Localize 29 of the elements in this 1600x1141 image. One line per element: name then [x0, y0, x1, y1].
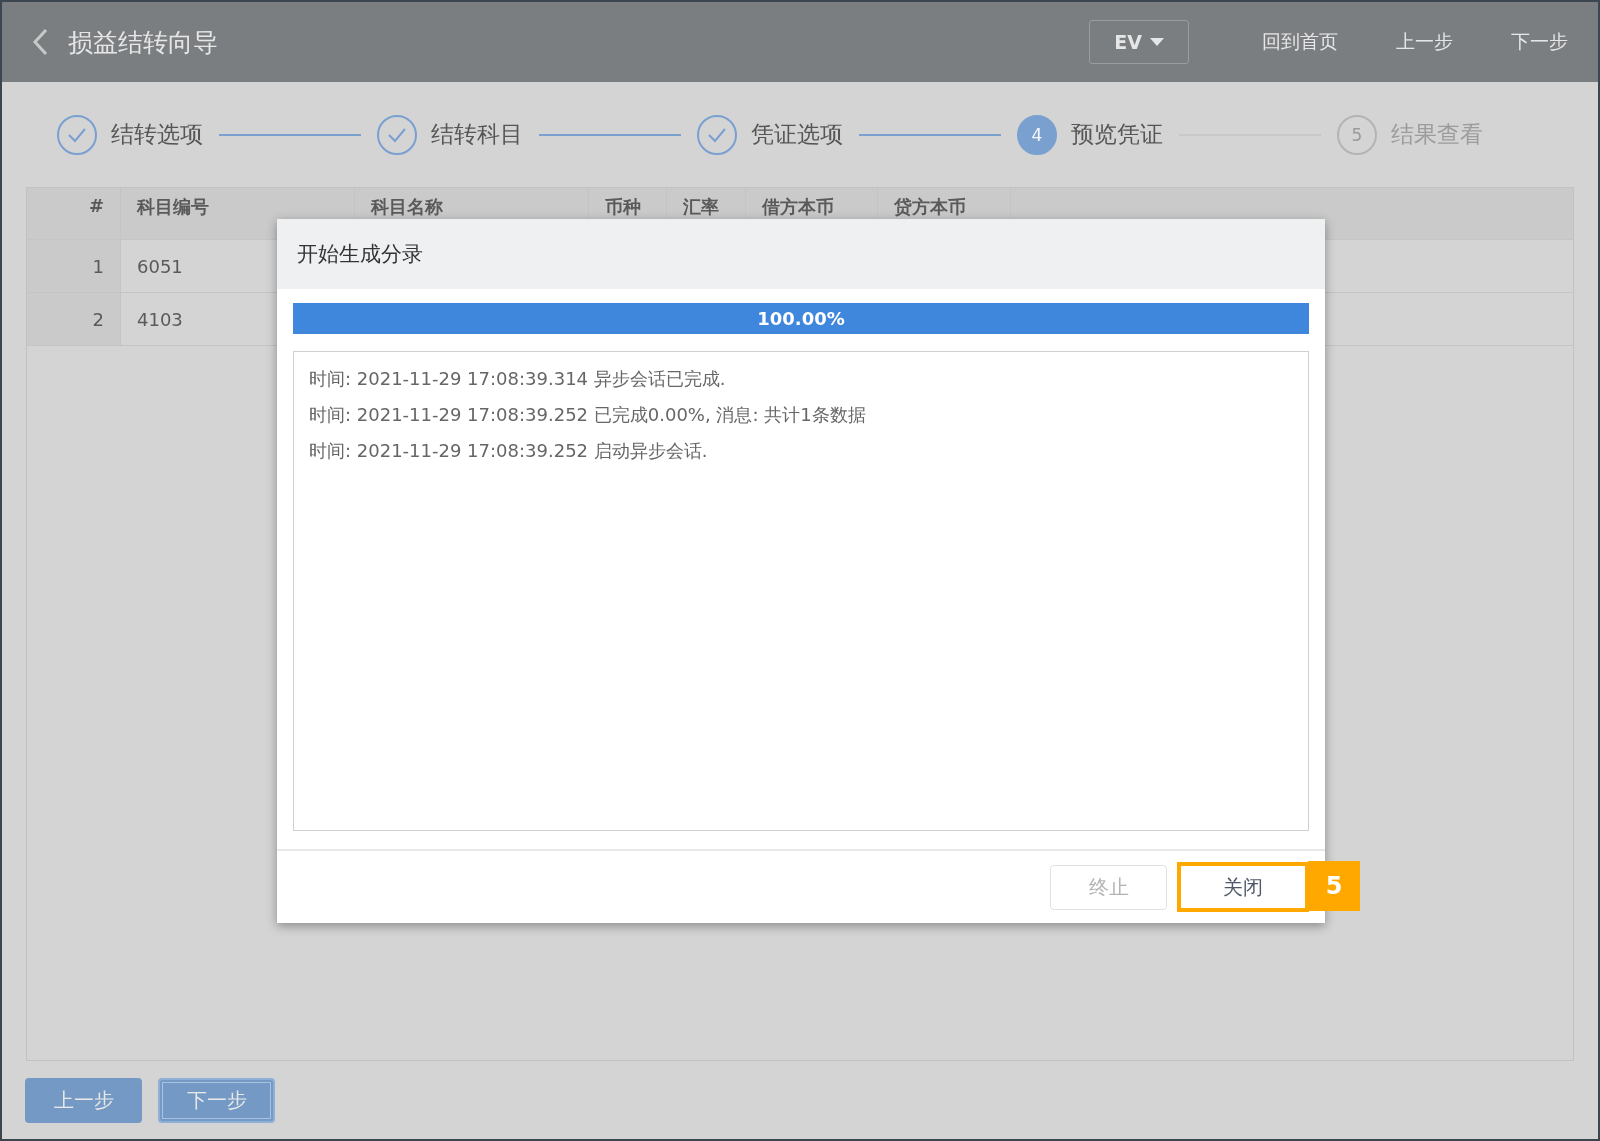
page-title: 损益结转向导	[68, 26, 219, 59]
step-button[interactable]: 下一步	[158, 1077, 275, 1123]
row-number: 2	[27, 293, 121, 345]
step-marker: 5	[1337, 114, 1377, 155]
step-label: 结转选项	[111, 120, 203, 149]
dialog-title: 开始生成分录	[277, 219, 1325, 289]
step-label: 预览凭证	[1071, 120, 1163, 149]
step-callout: 5	[1308, 861, 1360, 911]
check-icon	[67, 126, 87, 143]
caret-icon	[1149, 38, 1164, 46]
header-link[interactable]: 下一步	[1511, 29, 1568, 55]
step-button[interactable]: 上一步	[25, 1077, 142, 1123]
ledger-dropdown[interactable]: EV	[1089, 20, 1189, 64]
header-link[interactable]: 回到首页	[1262, 29, 1338, 55]
step-marker: 4	[1017, 114, 1057, 155]
check-icon	[387, 126, 407, 143]
step-label: 结果查看	[1391, 120, 1483, 149]
log-line: 时间: 2021-11-29 17:08:39.252 已完成0.00%, 消息: 共计1条数据	[309, 403, 867, 427]
dialog-button[interactable]: 关闭	[1177, 862, 1309, 912]
log-line: 时间: 2021-11-29 17:08:39.252 启动异步会话.	[309, 439, 709, 463]
step-label: 结转科目	[431, 120, 523, 149]
back-icon[interactable]	[32, 28, 48, 56]
row-number: 1	[27, 240, 121, 292]
column-header: #	[27, 188, 121, 239]
check-icon	[707, 126, 727, 143]
log-line: 时间: 2021-11-29 17:08:39.314 异步会话已完成.	[309, 367, 727, 391]
header-link[interactable]: 上一步	[1396, 29, 1453, 55]
progress-reading: 100.00%	[756, 307, 846, 331]
step-label: 凭证选项	[751, 120, 843, 149]
